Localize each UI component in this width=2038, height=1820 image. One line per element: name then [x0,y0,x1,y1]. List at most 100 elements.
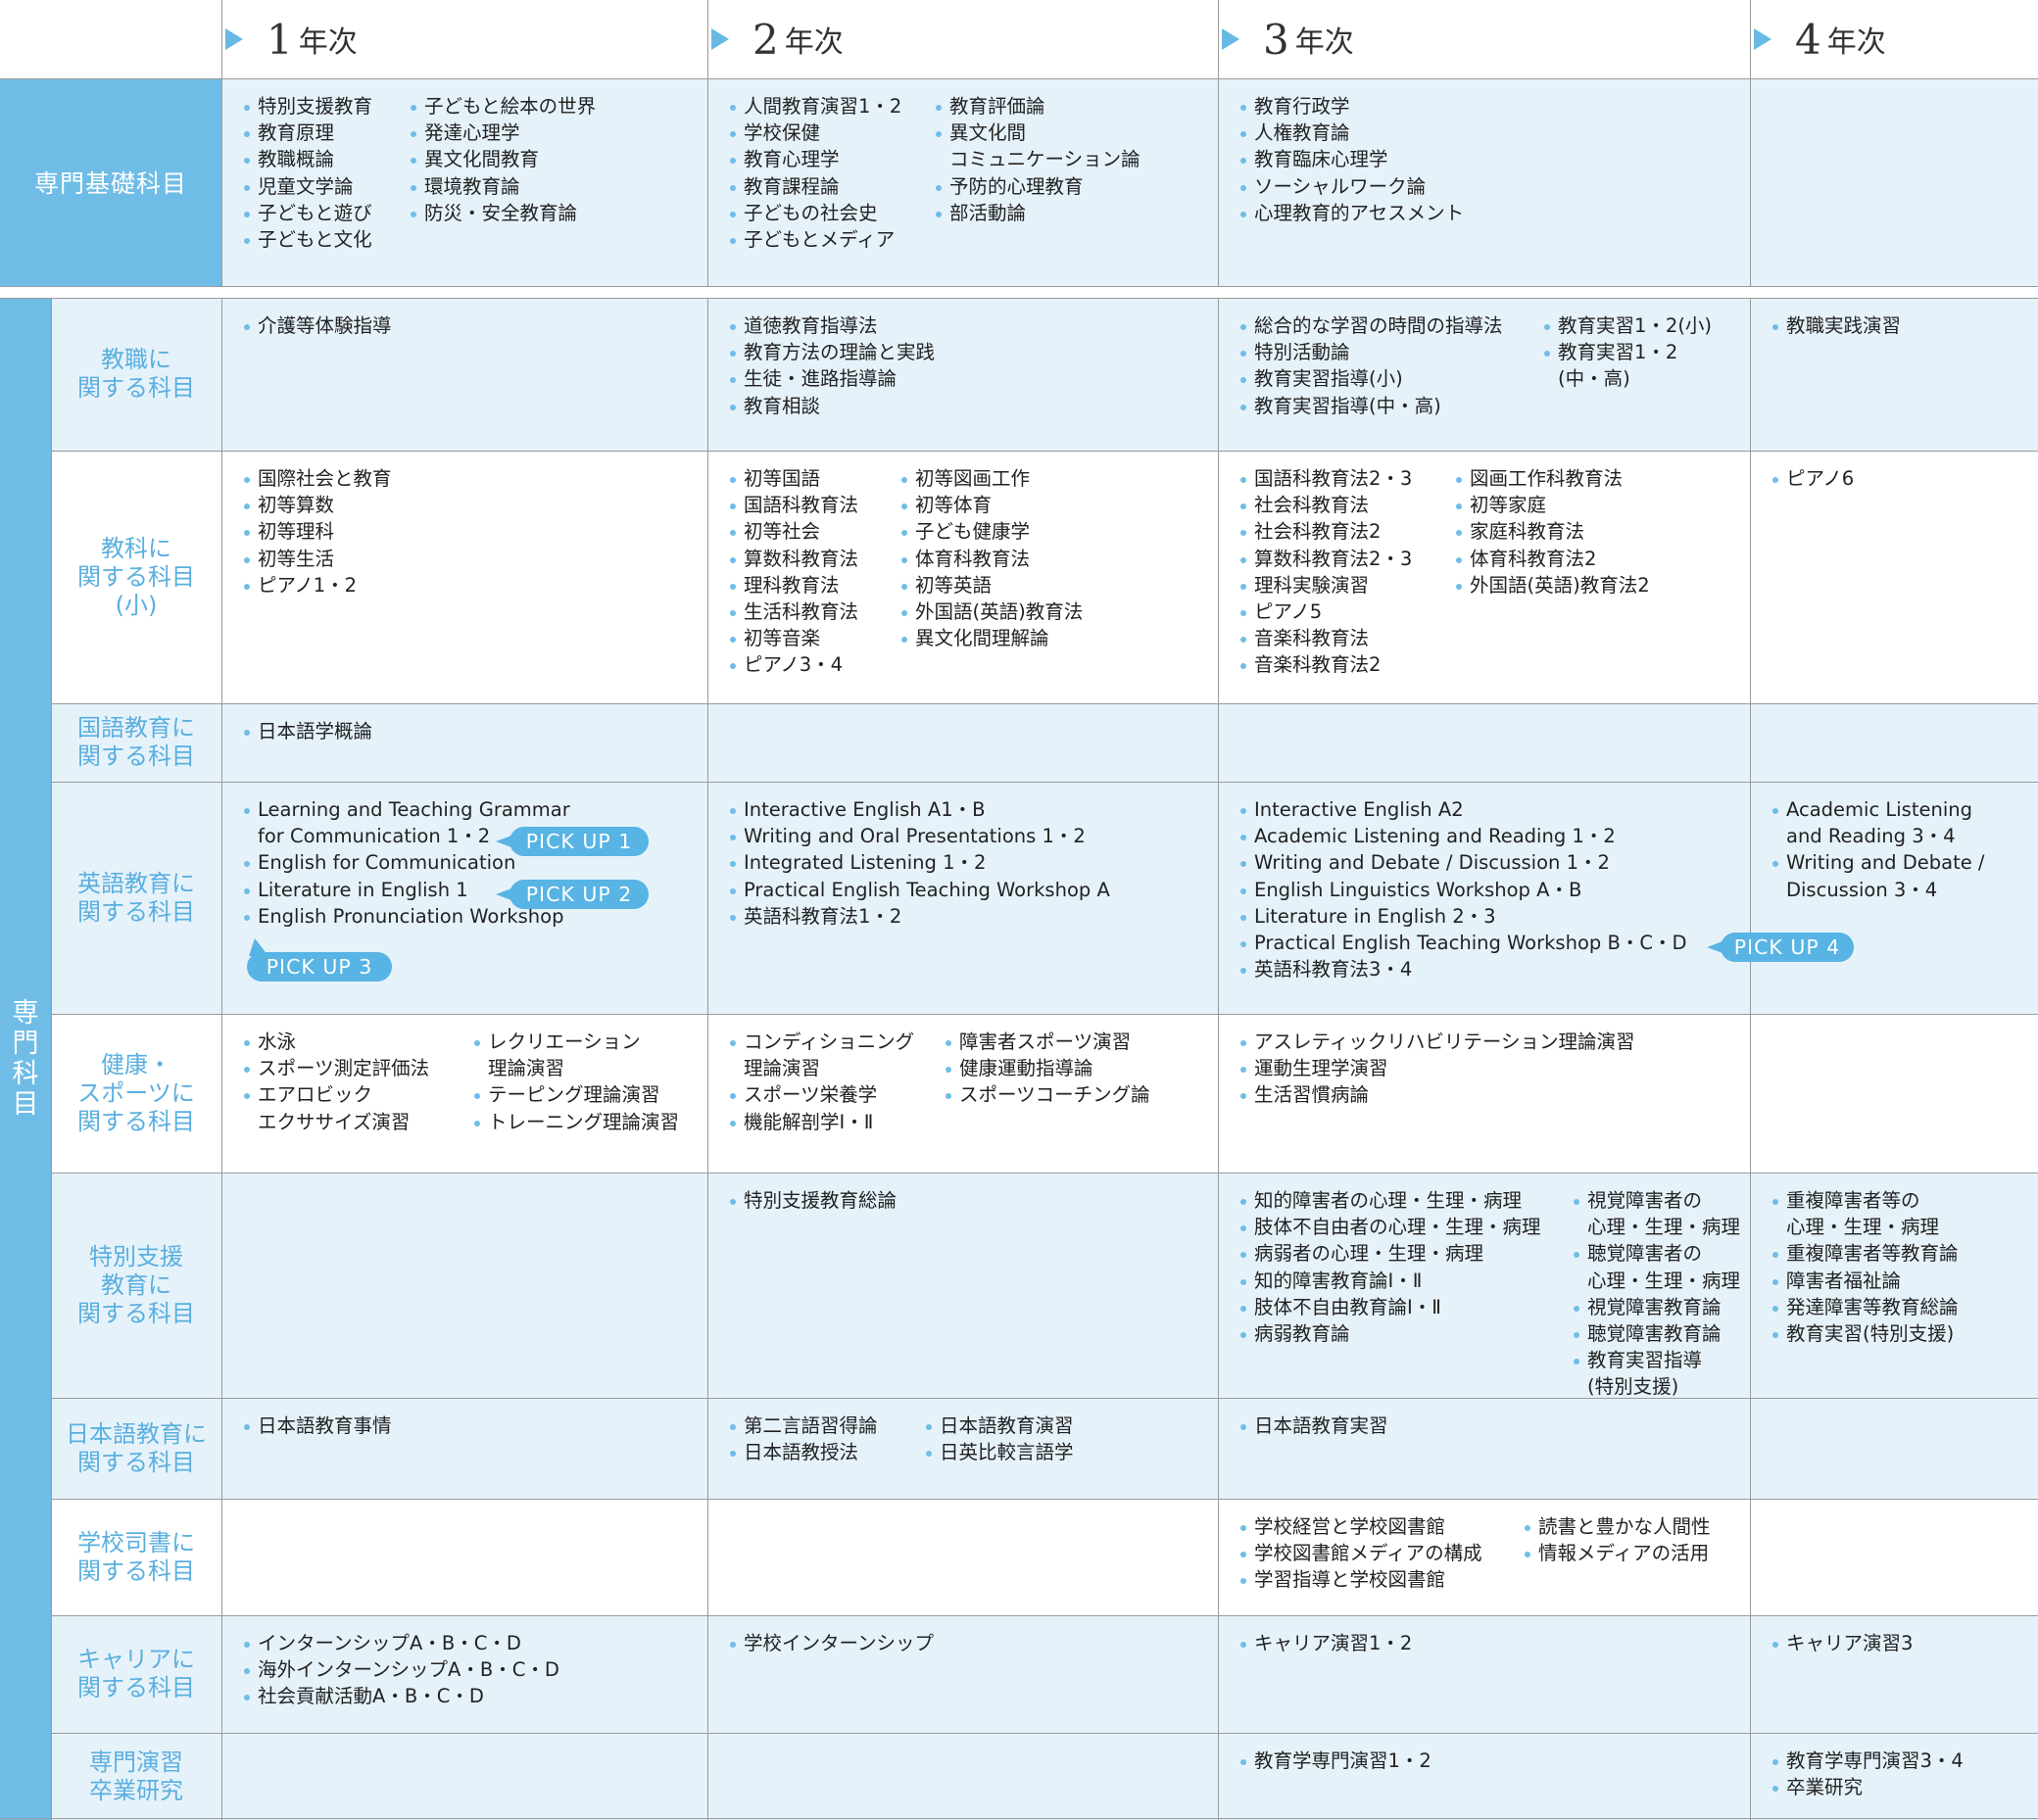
year-number: 4 [1795,15,1821,64]
subject-item: 教育相談 [729,393,935,419]
side-char: 門 [12,1029,39,1059]
subject-item: 予防的心理教育 [935,173,1140,200]
subject-item: アスレティックリハビリテーション理論演習 [1239,1029,1634,1055]
subject-item: 英語科教育法1・2 [729,903,1110,930]
cell-r8c1: 学校インターンシップ [729,1630,934,1656]
cell-r1c3: ピアノ6 [1771,465,1854,492]
grid-line [221,298,222,1820]
subject-list: 学校経営と学校図書館 学校図書館メディアの構成 学習指導と学校図書館 [1239,1513,1524,1594]
subject-list: ピアノ6 [1771,465,1854,492]
subject-item: Discussion 3・4 [1786,878,1938,901]
cell-r8c2: キャリア演習1・2 [1239,1630,1412,1656]
subject-item: 教育原理 [243,120,410,146]
cell-r3c2: Interactive English A2 Academic Listening… [1239,796,1686,982]
pickup-badge-4[interactable]: PICK UP 4 [1707,933,1854,962]
subject-item: ピアノ3・4 [729,651,900,678]
subject-item: 教育課程論 [729,173,935,200]
subject-item: Academic Listening [1771,796,1984,823]
cell-r8c3: キャリア演習3 [1771,1630,1913,1656]
subject-item: 教職概論 [243,146,410,172]
cell-b0: 特別支援教育 教育原理 教職概論 児童文学論 子どもと遊び 子どもと文化 子どもと絵本の世界… [243,93,596,253]
grid-line [1218,298,1219,1820]
cell-r7c2: 学校経営と学校図書館 学校図書館メディアの構成 学習指導と学校図書館 読書と豊かな人間… [1239,1513,1711,1594]
grid-line [1750,298,1751,1820]
subject-item: 重複障害者等の [1771,1187,1959,1214]
grid-line [221,0,222,286]
subject-item: English Linguistics Workshop A・B [1239,877,1686,903]
subject-item: 子どもと絵本の世界 [410,93,596,120]
subject-item: 英語科教育法3・4 [1239,956,1686,982]
triangle-marker-icon [711,28,729,50]
subject-list: 重複障害者等の 心理・生理・病理 重複障害者等教育論 障害者福祉論 発達障害等教育総論教… [1771,1187,1959,1347]
cell-r0c0: 介護等体験指導 [243,312,392,339]
subject-item: 聴覚障害教育論 [1573,1320,1740,1347]
subject-item: 心理・生理・病理 [1786,1216,1940,1239]
row-label-line: 関する科目 [77,1299,195,1327]
triangle-marker-icon [1222,28,1239,50]
year-label: 年次 [1826,25,1886,60]
grid-line [51,1615,2038,1616]
cell-r6c2: 日本語教育実習 [1239,1413,1388,1439]
subject-item: 視覚障害者の [1573,1187,1740,1214]
grid-line [1750,0,1751,286]
row-label: 健康・ スポーツに 関する科目 [51,1014,221,1173]
subject-list: Academic Listening and Reading 3・4 Writing… [1771,796,1984,903]
subject-item: キャリア演習1・2 [1239,1630,1412,1656]
subject-item: 学校経営と学校図書館 [1239,1513,1524,1540]
cell-r3c1: Interactive English A1・B Writing and Oral… [729,796,1110,930]
subject-list: 水泳 スポーツ測定評価法 エアロビック エクササイズ演習 [243,1029,473,1135]
row-label-line: キャリアに [77,1646,195,1673]
subject-item: Literature in English 2・3 [1239,903,1686,930]
subject-item: and Reading 3・4 [1786,825,1956,848]
row-label-line: 関する科目 [77,1448,195,1476]
row-label: 国語教育に 関する科目 [51,703,221,782]
subject-item: ソーシャルワーク論 [1239,173,1464,200]
subject-item: 教職実践演習 [1771,312,1901,339]
row-label-line: 教育に [101,1270,171,1299]
subject-item: 教育実習1・2 [1543,339,1712,365]
subject-item: 肢体不自由者の心理・生理・病理 [1239,1214,1573,1240]
row-label-line: 日本語教育に [66,1419,207,1448]
subject-item: 道徳教育指導法 [729,312,935,339]
cell-r1c2: 国語科教育法2・3 社会科教育法 社会科教育法2 算数科教育法2・3 理科実験演習 ピアノ… [1239,465,1650,679]
subject-item: インターンシップA・B・C・D [243,1630,559,1656]
row-label: 特別支援 教育に 関する科目 [51,1173,221,1398]
cell-r0c3: 教職実践演習 [1771,312,1901,339]
subject-list: 日本語教育演習 日英比較言語学 [925,1413,1074,1465]
subject-item: 教育方法の理論と実践 [729,339,935,365]
row-label-line: 国語教育に [77,714,195,742]
grid-line [51,1398,2038,1399]
subject-item: 水泳 [243,1029,473,1055]
subject-item: 部活動論 [935,200,1140,226]
subject-item: スポーツコーチング論 [945,1081,1150,1108]
subject-list: 教育評価論 異文化間 コミュニケーション論 予防的心理教育 部活動論 [935,93,1140,253]
grid-line [51,298,52,1820]
subject-item: 異文化間理解論 [900,625,1083,651]
row-label-line: 専門演習 [89,1748,183,1776]
subject-item: Academic Listening and Reading 1・2 [1239,823,1686,849]
subject-item: 特別支援教育総論 [729,1187,897,1214]
subject-list: 国語科教育法2・3 社会科教育法 社会科教育法2 算数科教育法2・3 理科実験演習 ピアノ… [1239,465,1455,679]
subject-item: 生活科教育法 [729,599,900,625]
row-label-line: (小) [115,591,158,619]
grid-line [0,298,2038,299]
subject-list: Interactive English A2 Academic Listening… [1239,796,1686,982]
subject-item: 読書と豊かな人間性 [1524,1513,1711,1540]
subject-item: トレーニング理論演習 [473,1109,679,1135]
grid-line [51,782,2038,783]
row-label-line: 関する科目 [77,1557,195,1585]
pickup-badge-2[interactable]: PICK UP 2 [496,880,649,909]
pickup-badge-3[interactable]: PICK UP 3 [247,938,392,982]
subject-item: 音楽科教育法2 [1239,651,1455,678]
subject-list: 教育行政学 人権教育論 教育臨床心理学 ソーシャルワーク論 心理教育的アセスメント [1239,93,1464,226]
subject-list: 障害者スポーツ演習 健康運動指導論 スポーツコーチング論 [945,1029,1150,1135]
subject-item: 初等理科 [243,518,392,545]
subject-item: (特別支援) [1587,1375,1679,1399]
subject-list: 読書と豊かな人間性 情報メディアの活用 [1524,1513,1711,1594]
row-label-line: 英語教育に [77,869,195,897]
subject-item: 健康運動指導論 [945,1055,1150,1081]
subject-list: インターンシップA・B・C・D 海外インターンシップA・B・C・D 社会貢献活動A・… [243,1630,559,1710]
subject-list: 日本語教育事情 [243,1413,392,1439]
grid-line [51,703,2038,704]
pickup-badge-1[interactable]: PICK UP 1 [496,827,649,856]
